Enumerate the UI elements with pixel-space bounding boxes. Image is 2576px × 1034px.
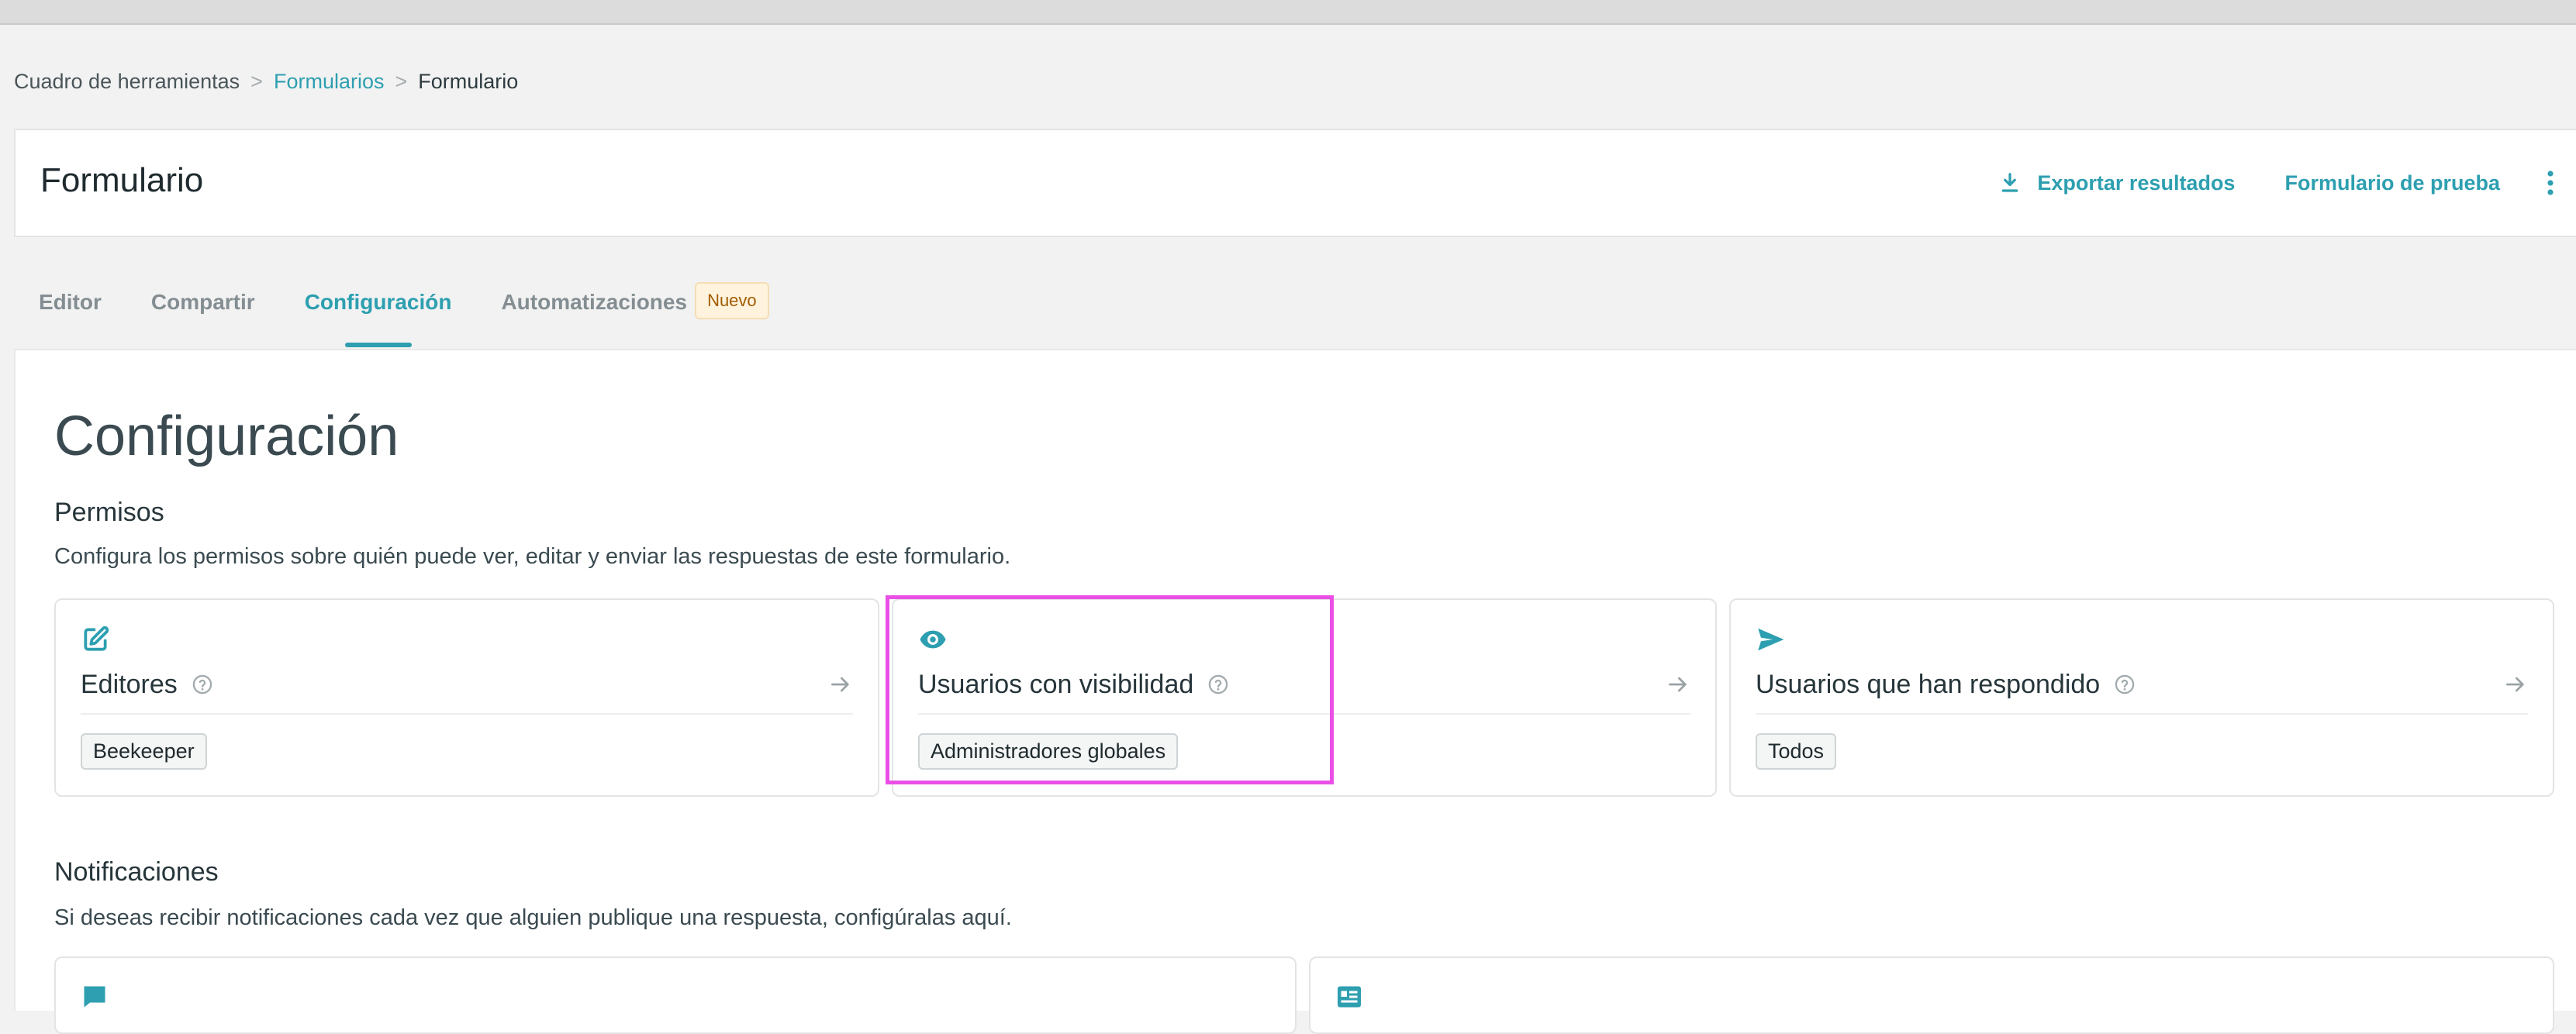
card-title-row: Usuarios que han respondido (1756, 665, 2528, 715)
breadcrumb-separator: > (395, 70, 408, 93)
tab-settings[interactable]: Configuración (305, 281, 452, 347)
tab-settings-label: Configuración (304, 290, 452, 314)
card-title: Usuarios que han respondido (1756, 669, 2101, 699)
permission-card-responders[interactable]: Usuarios que han respondido Todos (1729, 598, 2554, 797)
test-form-button[interactable]: Formulario de prueba (2284, 171, 2500, 195)
tab-bar: Editor Compartir Configuración Automatiz… (39, 281, 819, 347)
notifications-description: Si deseas recibir notificaciones cada ve… (54, 905, 1012, 930)
settings-panel: Configuración Permisos Configura los per… (14, 349, 2576, 1034)
card-title: Editores (81, 669, 178, 699)
browser-top-bar (0, 0, 2576, 25)
notification-card-chat[interactable] (54, 956, 1297, 1034)
permissions-heading: Permisos (54, 498, 164, 527)
breadcrumb-separator: > (250, 70, 263, 93)
breadcrumb-toolbox[interactable]: Cuadro de herramientas (14, 70, 240, 94)
arrow-right-icon (2506, 677, 2524, 692)
page-header: Formulario Exportar resultados Formulari… (14, 129, 2576, 237)
download-icon (2002, 173, 2018, 192)
breadcrumb-forms[interactable]: Formularios (274, 70, 385, 94)
tab-editor[interactable]: Editor (39, 281, 102, 347)
test-form-label: Formulario de prueba (2284, 171, 2500, 195)
help-icon[interactable] (1207, 674, 1229, 695)
tab-editor-label: Editor (39, 290, 102, 314)
tab-automations[interactable]: Automatizaciones Nuevo (501, 281, 769, 347)
export-results-label: Exportar resultados (2037, 171, 2236, 195)
new-badge: Nuevo (695, 282, 769, 319)
card-title: Usuarios con visibilidad (918, 669, 1194, 699)
permissions-description: Configura los permisos sobre quién puede… (54, 544, 1011, 569)
eye-icon (920, 630, 946, 649)
more-options-button[interactable] (2539, 167, 2562, 198)
tab-share[interactable]: Compartir (151, 281, 255, 347)
notifications-heading: Notificaciones (54, 857, 219, 887)
responders-tag: Todos (1756, 733, 1837, 770)
arrow-right-icon (831, 677, 849, 692)
card-title-row: Editores (81, 665, 853, 715)
viewers-tag: Administradores globales (918, 733, 1179, 770)
arrow-right-icon (1669, 677, 1687, 692)
permission-card-viewers[interactable]: Usuarios con visibilidad Administradores… (892, 598, 1717, 797)
kebab-menu-icon (2547, 171, 2554, 195)
help-icon[interactable] (2114, 674, 2136, 695)
card-title-row: Usuarios con visibilidad (918, 665, 1690, 715)
send-icon (1758, 628, 1784, 651)
chat-icon (84, 986, 105, 1008)
tab-share-label: Compartir (150, 290, 255, 314)
notification-card-feed[interactable] (1309, 956, 2554, 1034)
page-title: Formulario (40, 161, 204, 199)
permission-card-editors[interactable]: Editores Beekeeper (54, 598, 879, 797)
export-results-button[interactable]: Exportar resultados (1998, 171, 2235, 195)
section-title: Configuración (54, 405, 399, 467)
newspaper-icon (1338, 986, 1361, 1008)
tab-automations-label: Automatizaciones (501, 290, 688, 314)
header-actions: Exportar resultados Formulario de prueba (1998, 130, 2576, 236)
breadcrumb: Cuadro de herramientas > Formularios > F… (14, 70, 518, 94)
help-icon[interactable] (192, 674, 213, 695)
editors-tag: Beekeeper (81, 733, 207, 770)
edit-icon (84, 626, 109, 651)
breadcrumb-current: Formulario (418, 70, 519, 93)
